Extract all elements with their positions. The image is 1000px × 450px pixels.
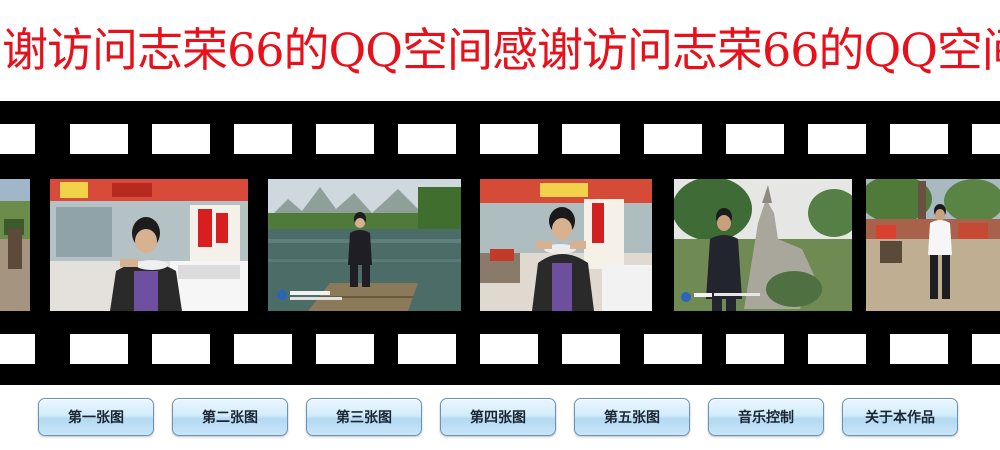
music-control-button[interactable]: 音乐控制 [708, 398, 824, 436]
second-photo-button[interactable]: 第二张图 [172, 398, 288, 436]
photo-man-eating-noodles-2-image [480, 179, 652, 311]
film-strip [0, 101, 1000, 385]
sprocket-hole [480, 124, 538, 154]
sprocket-hole [70, 124, 128, 154]
sprocket-hole [234, 124, 292, 154]
fourth-photo-button[interactable]: 第四张图 [440, 398, 556, 436]
sprocket-hole [316, 334, 374, 364]
sprocket-hole [234, 334, 292, 364]
film-gallery-page: 谢访问志荣66的QQ空间感谢访问志荣66的QQ空间感 第一张图 第二张图 第三张… [0, 0, 1000, 450]
sprocket-hole [398, 334, 456, 364]
sprocket-hole [972, 334, 1000, 364]
sprocket-holes-top [0, 124, 1000, 154]
sprocket-hole [726, 334, 784, 364]
sprocket-hole [316, 124, 374, 154]
first-photo-button[interactable]: 第一张图 [38, 398, 154, 436]
sprocket-hole [890, 334, 948, 364]
sprocket-holes-bottom [0, 334, 1000, 364]
fifth-photo-button[interactable]: 第五张图 [574, 398, 690, 436]
sprocket-hole [0, 124, 35, 154]
photo-partial-left [0, 179, 30, 311]
sprocket-hole [644, 334, 702, 364]
sprocket-hole [808, 124, 866, 154]
photo-man-eating-noodles-2 [480, 179, 652, 311]
photo-man-by-stone-sculpture-image [674, 179, 852, 311]
sprocket-hole [972, 124, 1000, 154]
photo-man-on-bamboo-raft-image [268, 179, 461, 311]
photo-partial-left-image [0, 179, 30, 311]
sprocket-hole [808, 334, 866, 364]
control-button-bar: 第一张图 第二张图 第三张图 第四张图 第五张图 音乐控制 关于本作品 [0, 398, 1000, 438]
photo-man-on-bamboo-raft [268, 179, 461, 311]
sprocket-hole [644, 124, 702, 154]
sprocket-hole [890, 124, 948, 154]
sprocket-hole [398, 124, 456, 154]
sprocket-hole [562, 124, 620, 154]
scrolling-title: 谢访问志荣66的QQ空间感谢访问志荣66的QQ空间感 [0, 10, 1000, 90]
photo-man-by-stone-sculpture [674, 179, 852, 311]
photo-man-eating-noodles-1-image [50, 179, 248, 311]
about-this-work-button[interactable]: 关于本作品 [842, 398, 958, 436]
photo-man-eating-noodles-1 [50, 179, 248, 311]
sprocket-hole [0, 334, 35, 364]
photo-frames [0, 179, 1000, 311]
photo-man-white-shirt-outdoors-image [866, 179, 1000, 311]
sprocket-hole [480, 334, 538, 364]
third-photo-button[interactable]: 第三张图 [306, 398, 422, 436]
sprocket-hole [152, 124, 210, 154]
photo-man-white-shirt-outdoors [866, 179, 1000, 311]
sprocket-hole [70, 334, 128, 364]
sprocket-hole [726, 124, 784, 154]
sprocket-hole [152, 334, 210, 364]
sprocket-hole [562, 334, 620, 364]
scrolling-title-text: 谢访问志荣66的QQ空间感谢访问志荣66的QQ空间感 [2, 23, 1000, 77]
